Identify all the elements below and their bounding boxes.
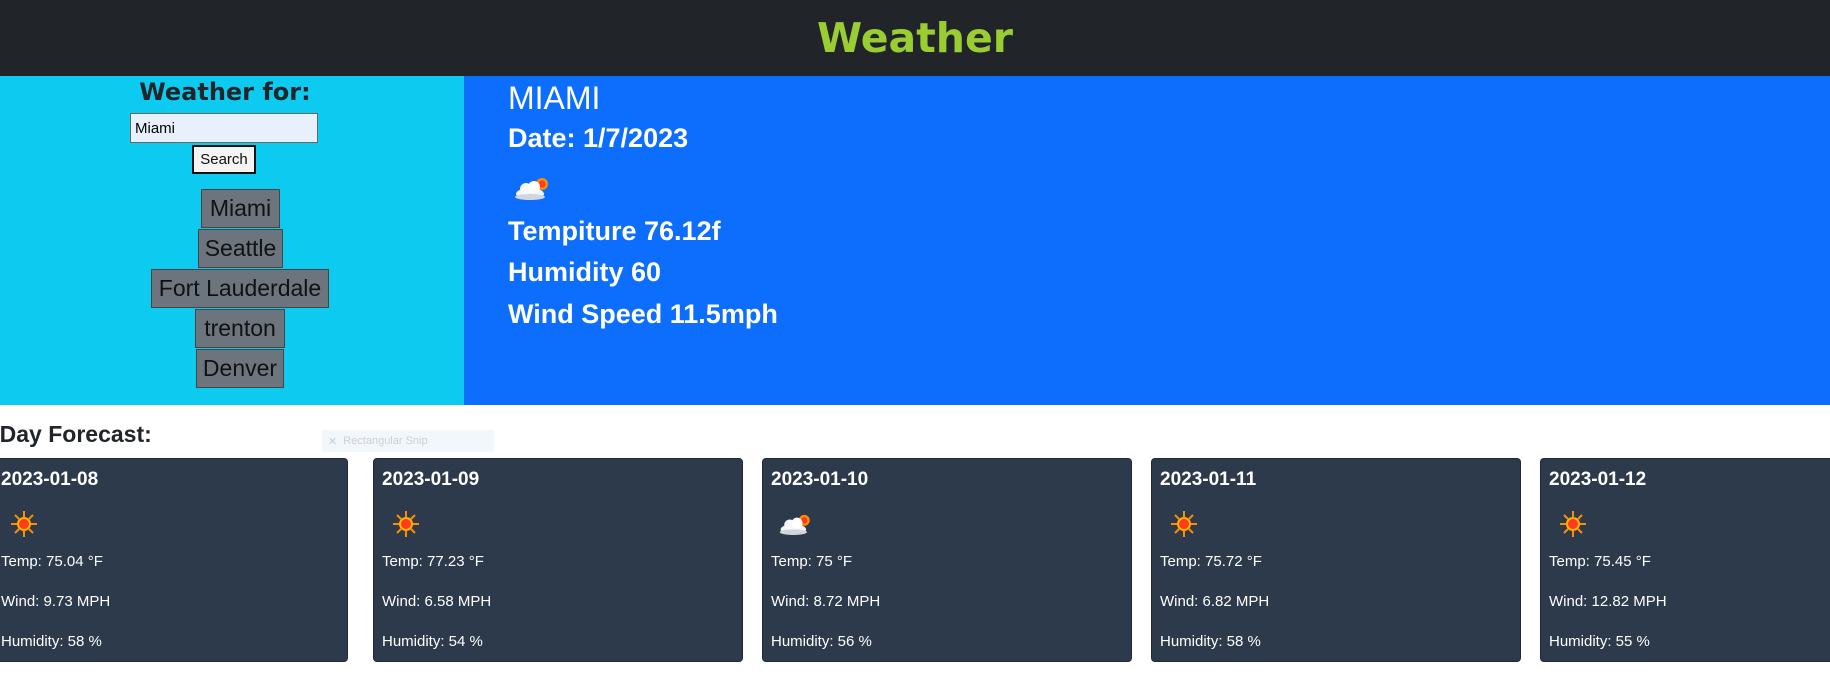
- forecast-wind: Wind: 9.73 MPH: [1, 593, 111, 610]
- partly-cloudy-icon: [512, 172, 556, 204]
- history-button-denver[interactable]: Denver: [196, 349, 284, 388]
- forecast-date: 2023-01-10: [771, 469, 869, 490]
- rectangular-snip-overlay: ✕ Rectangular Snip: [322, 430, 494, 452]
- forecast-humidity: Humidity: 55 %: [1549, 633, 1650, 650]
- sun-icon: [1166, 509, 1202, 539]
- forecast-temp: Temp: 75.72 °F: [1160, 553, 1262, 570]
- search-panel: Weather for: Search Miami Seattle Fort L…: [0, 76, 464, 405]
- forecast-wind: Wind: 6.82 MPH: [1160, 593, 1270, 610]
- sun-icon: [1555, 509, 1591, 539]
- partly-cloudy-icon: [777, 509, 813, 539]
- current-temperature: Tempiture 76.12f: [508, 216, 721, 246]
- forecast-humidity: Humidity: 58 %: [1, 633, 102, 650]
- sun-icon: [6, 509, 42, 539]
- history-button-trenton[interactable]: trenton: [195, 309, 285, 348]
- header-bar: Weather: [0, 0, 1830, 76]
- forecast-wind: Wind: 6.58 MPH: [382, 593, 492, 610]
- forecast-temp: Temp: 75.04 °F: [1, 553, 103, 570]
- sun-icon: [388, 509, 424, 539]
- forecast-card: 2023-01-11 Temp: 75.72 °F Wind: 6.82 MPH…: [1151, 458, 1521, 662]
- forecast-humidity: Humidity: 56 %: [771, 633, 872, 650]
- forecast-humidity: Humidity: 58 %: [1160, 633, 1261, 650]
- current-wind-speed: Wind Speed 11.5mph: [508, 299, 778, 329]
- history-button-fort-lauderdale[interactable]: Fort Lauderdale: [151, 269, 329, 308]
- search-label: Weather for:: [139, 78, 311, 106]
- forecast-date: 2023-01-12: [1549, 469, 1647, 490]
- forecast-card: 2023-01-10 Temp: 75 °F Wind: 8.72 MPH Hu…: [762, 458, 1132, 662]
- forecast-date: 2023-01-08: [1, 469, 99, 490]
- forecast-date: 2023-01-11: [1160, 469, 1257, 490]
- forecast-title: -Day Forecast:: [0, 421, 152, 447]
- forecast-card: 2023-01-09 Temp: 77.23 °F Wind: 6.58 MPH…: [373, 458, 743, 662]
- forecast-temp: Temp: 77.23 °F: [382, 553, 484, 570]
- forecast-wind: Wind: 8.72 MPH: [771, 593, 881, 610]
- forecast-humidity: Humidity: 54 %: [382, 633, 483, 650]
- search-button[interactable]: Search: [192, 145, 256, 174]
- city-search-input[interactable]: [130, 113, 318, 143]
- forecast-temp: Temp: 75 °F: [771, 553, 853, 570]
- history-button-miami[interactable]: Miami: [201, 189, 280, 228]
- current-weather-panel: MIAMI Date: 1/7/2023 Tempiture 76.12f Hu…: [464, 76, 1830, 405]
- app-title: Weather: [816, 14, 1014, 62]
- forecast-temp: Temp: 75.45 °F: [1549, 553, 1651, 570]
- forecast-card: 2023-01-12 Temp: 75.45 °F Wind: 12.82 MP…: [1540, 458, 1830, 662]
- current-date: Date: 1/7/2023: [508, 123, 689, 153]
- forecast-wind: Wind: 12.82 MPH: [1549, 593, 1667, 610]
- history-button-seattle[interactable]: Seattle: [198, 229, 283, 268]
- current-city: MIAMI: [508, 80, 601, 116]
- forecast-card: 2023-01-08 Temp: 75.04 °F Wind: 9.73 MPH…: [0, 458, 348, 662]
- snip-label: Rectangular Snip: [343, 435, 428, 447]
- snip-icon: ✕: [328, 435, 338, 448]
- current-humidity: Humidity 60: [508, 257, 662, 287]
- forecast-date: 2023-01-09: [382, 469, 480, 490]
